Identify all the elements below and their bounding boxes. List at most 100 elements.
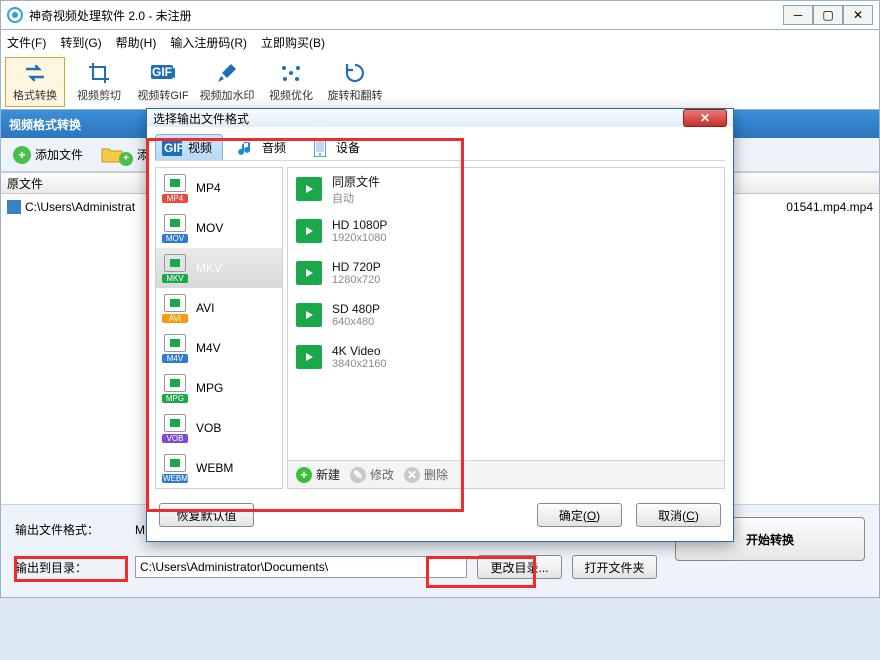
format-label: AVI (196, 301, 214, 315)
format-badge-icon: MKV (162, 253, 188, 283)
film-icon (296, 345, 322, 369)
tool-video-to-gif[interactable]: GIF 视频转GIF (133, 57, 193, 107)
dialog-close-button[interactable]: ✕ (683, 109, 727, 127)
output-format-label: 输出文件格式： (15, 521, 125, 538)
music-icon (236, 140, 256, 156)
title-bar: 神奇视频处理软件 2.0 - 未注册 ─ ▢ ✕ (0, 0, 880, 30)
format-label: M4V (196, 341, 221, 355)
tool-watermark[interactable]: 视频加水印 (197, 57, 257, 107)
format-item-mov[interactable]: MOV MOV (156, 208, 282, 248)
format-badge-icon: MPG (162, 373, 188, 403)
open-folder-button[interactable]: 打开文件夹 (572, 555, 657, 579)
preset-panel: 同原文件 自动 HD 1080P 1920x1080 HD 720P 1280x… (287, 167, 725, 489)
format-list[interactable]: MP4 MP4 MOV MOV MKV MKV AVI AVI M4V M4V … (155, 167, 283, 489)
rotate-icon (343, 61, 367, 85)
format-badge-icon: VOB (162, 413, 188, 443)
main-toolbar: 格式转换 视频剪切 GIF 视频转GIF 视频加水印 视频优化 旋转和翻转 (0, 54, 880, 110)
format-badge-icon: WEBM (162, 453, 188, 483)
tool-video-cut[interactable]: 视频剪切 (69, 57, 129, 107)
format-badge-icon: MOV (162, 213, 188, 243)
menu-help[interactable]: 帮助(H) (116, 34, 157, 51)
film-icon (296, 303, 322, 327)
menu-register[interactable]: 输入注册码(R) (170, 34, 247, 51)
preset-sub: 自动 (332, 190, 380, 206)
format-item-mpg[interactable]: MPG MPG (156, 368, 282, 408)
preset-new-button[interactable]: +新建 (296, 466, 340, 483)
video-file-icon (7, 200, 21, 214)
format-badge-icon: AVI (162, 293, 188, 323)
reset-defaults-button[interactable]: 恢复默认值 (159, 503, 254, 527)
close-button[interactable]: ✕ (843, 5, 873, 25)
preset-edit-button[interactable]: ✎修改 (350, 466, 394, 483)
minimize-button[interactable]: ─ (783, 5, 813, 25)
dialog-tabs: GIF 视频 音频 设备 (155, 133, 725, 161)
dialog-title-bar: 选择输出文件格式 ✕ (147, 109, 733, 127)
format-label: MOV (196, 221, 223, 235)
film-icon (296, 219, 322, 243)
output-dir-input[interactable] (135, 556, 467, 578)
brush-icon (215, 61, 239, 85)
format-label: VOB (196, 421, 221, 435)
format-item-vob[interactable]: VOB VOB (156, 408, 282, 448)
svg-text:GIF: GIF (152, 65, 172, 79)
preset-sub: 3840x2160 (332, 358, 386, 370)
tool-rotate-flip[interactable]: 旋转和翻转 (325, 57, 385, 107)
maximize-button[interactable]: ▢ (813, 5, 843, 25)
gif-icon: GIF (151, 61, 175, 85)
convert-icon (23, 61, 47, 85)
format-label: WEBM (196, 461, 233, 475)
preset-delete-button[interactable]: ✕删除 (404, 466, 448, 483)
svg-text:GIF: GIF (164, 141, 182, 155)
app-icon (7, 7, 23, 23)
preset-name: HD 1080P (332, 218, 387, 232)
add-files-button[interactable]: + 添加文件 (7, 142, 89, 168)
format-item-webm[interactable]: WEBM WEBM (156, 448, 282, 488)
menu-buy[interactable]: 立即购买(B) (261, 34, 325, 51)
format-label: MPG (196, 381, 223, 395)
cancel-button[interactable]: 取消(C) (636, 503, 721, 527)
preset-item[interactable]: HD 1080P 1920x1080 (288, 210, 724, 252)
format-item-avi[interactable]: AVI AVI (156, 288, 282, 328)
film-icon (296, 177, 322, 201)
menu-file[interactable]: 文件(F) (7, 34, 46, 51)
menu-bar: 文件(F) 转到(G) 帮助(H) 输入注册码(R) 立即购买(B) (0, 30, 880, 54)
preset-footer: +新建 ✎修改 ✕删除 (288, 460, 724, 488)
sparkle-icon (279, 61, 303, 85)
format-item-mp4[interactable]: MP4 MP4 (156, 168, 282, 208)
format-badge-icon: MP4 (162, 173, 188, 203)
preset-item[interactable]: 同原文件 自动 (288, 168, 724, 210)
tool-optimize[interactable]: 视频优化 (261, 57, 321, 107)
plus-icon: + (13, 146, 31, 164)
preset-name: SD 480P (332, 302, 380, 316)
format-dialog: 选择输出文件格式 ✕ GIF 视频 音频 设备 MP4 MP4 (146, 108, 734, 542)
ok-button[interactable]: 确定(O) (537, 503, 622, 527)
change-dir-button[interactable]: 更改目录... (477, 555, 562, 579)
preset-item[interactable]: HD 720P 1280x720 (288, 252, 724, 294)
preset-list[interactable]: 同原文件 自动 HD 1080P 1920x1080 HD 720P 1280x… (288, 168, 724, 460)
format-label: MKV (196, 261, 222, 275)
dialog-title: 选择输出文件格式 (153, 110, 683, 127)
menu-goto[interactable]: 转到(G) (60, 34, 101, 51)
preset-item[interactable]: 4K Video 3840x2160 (288, 336, 724, 378)
tab-audio[interactable]: 音频 (229, 134, 297, 160)
tool-format-convert[interactable]: 格式转换 (5, 57, 65, 107)
tab-video[interactable]: GIF 视频 (155, 134, 223, 160)
format-badge-icon: M4V (162, 333, 188, 363)
gif-badge-icon: GIF (162, 140, 182, 156)
preset-name: 4K Video (332, 344, 386, 358)
preset-sub: 1920x1080 (332, 232, 387, 244)
preset-name: 同原文件 (332, 173, 380, 190)
preset-item[interactable]: SD 480P 640x480 (288, 294, 724, 336)
plus-icon: + (119, 152, 133, 166)
format-item-mkv[interactable]: MKV MKV (156, 248, 282, 288)
device-icon (310, 140, 330, 156)
tab-device[interactable]: 设备 (303, 134, 371, 160)
crop-icon (87, 61, 111, 85)
output-dir-label: 输出到目录： (15, 559, 125, 576)
format-item-m4v[interactable]: M4V M4V (156, 328, 282, 368)
window-title: 神奇视频处理软件 2.0 - 未注册 (29, 7, 783, 24)
preset-sub: 640x480 (332, 316, 380, 328)
format-label: MP4 (196, 181, 221, 195)
preset-sub: 1280x720 (332, 274, 381, 286)
preset-name: HD 720P (332, 260, 381, 274)
